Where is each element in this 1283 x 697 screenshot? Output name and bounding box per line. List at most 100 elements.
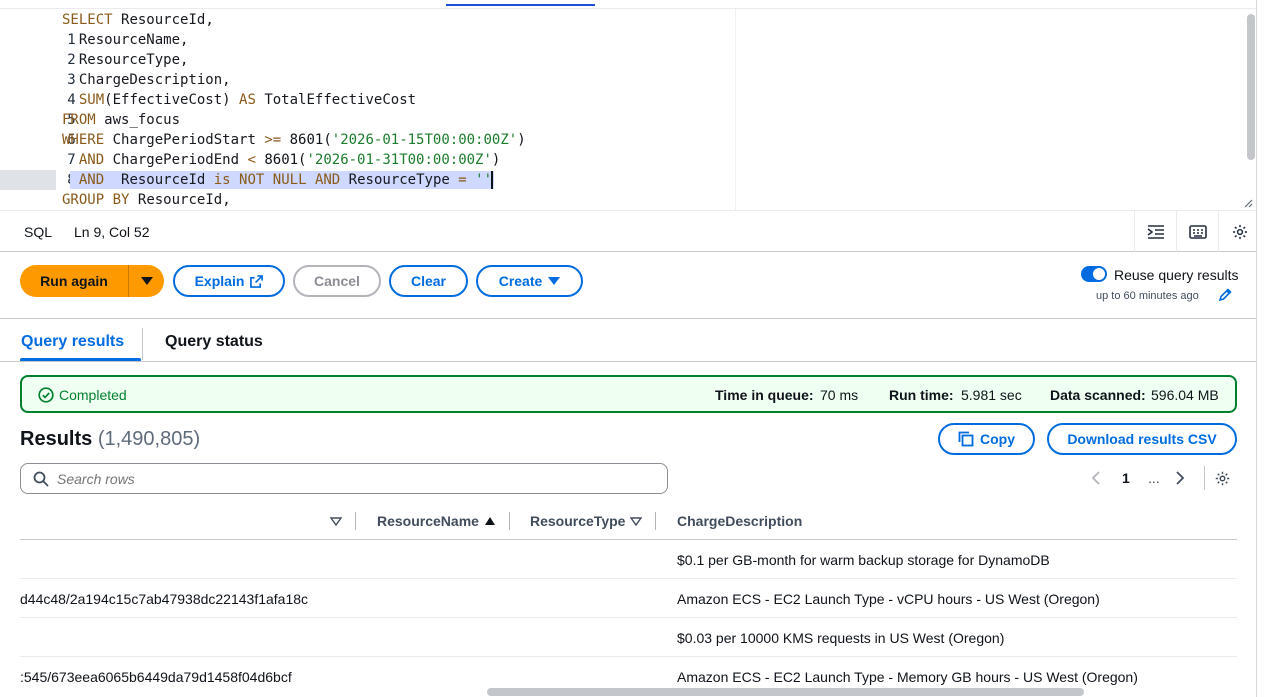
column-header-resourcename[interactable]: ResourceName: [377, 513, 479, 529]
code-line[interactable]: 8 AND ChargePeriodEnd < 8601('2026-01-31…: [0, 150, 1240, 188]
tab-query-status[interactable]: Query status: [165, 333, 263, 351]
editor-top-border: [0, 8, 1256, 9]
tab-query-results[interactable]: Query results: [21, 333, 124, 351]
resize-handle-icon[interactable]: [1241, 196, 1253, 208]
reuse-results-age: up to 60 minutes ago: [1096, 290, 1199, 302]
data-scanned-label: Data scanned:: [1050, 387, 1146, 403]
reuse-results-toggle[interactable]: [1081, 266, 1107, 282]
cell-charge-description: $0.1 per GB-month for warm backup storag…: [677, 552, 1050, 568]
run-again-button[interactable]: Run again: [20, 265, 128, 297]
text-caret: [491, 171, 493, 189]
table-row: d44c48/2a194c15c7ab47938dc22143f1afa18c …: [20, 579, 1237, 618]
column-header-chargedescription[interactable]: ChargeDescription: [677, 513, 802, 529]
keyboard-icon[interactable]: [1176, 211, 1218, 252]
column-separator[interactable]: [355, 512, 356, 530]
code-text: FROM aws_focus: [62, 112, 181, 128]
editor-scroll-thumb[interactable]: [1247, 14, 1255, 160]
language-label: SQL: [24, 224, 53, 240]
reuse-results-label: Reuse query results: [1114, 267, 1239, 283]
page-ellipsis: ...: [1148, 470, 1160, 486]
column-separator[interactable]: [509, 512, 510, 530]
results-heading: Results (1,490,805): [20, 428, 200, 451]
cell-charge-description: Amazon ECS - EC2 Launch Type - Memory GB…: [677, 669, 1138, 685]
completed-status: Completed: [59, 387, 127, 403]
explain-label: Explain: [194, 273, 245, 289]
pagination-separator: [1204, 466, 1205, 490]
create-label: Create: [498, 273, 543, 289]
chevron-right-icon[interactable]: [1175, 470, 1189, 486]
sort-caret-down-icon[interactable]: [330, 515, 342, 527]
code-text: AND ChargePeriodEnd < 8601('2026-01-31T0…: [78, 152, 501, 168]
code-line-active[interactable]: 9 AND ResourceId is NOT NULL AND Resourc…: [0, 170, 1240, 190]
queue-time-label: Time in queue:: [715, 387, 814, 403]
code-line[interactable]: 7 WHERE ChargePeriodStart >= 8601('2026-…: [0, 130, 1240, 168]
cancel-label: Cancel: [314, 273, 360, 289]
chevron-left-icon[interactable]: [1091, 470, 1105, 486]
code-line[interactable]: 3 ResourceType,: [0, 50, 1240, 88]
editor-tab-indicator: [446, 0, 595, 6]
data-scanned-value: 596.04 MB: [1151, 387, 1219, 403]
code-text: SELECT ResourceId,: [62, 12, 214, 28]
query-status-alert: Completed Time in queue: 70 ms Run time:…: [20, 375, 1237, 413]
cell-charge-description: $0.03 per 10000 KMS requests in US West …: [677, 630, 1005, 646]
cell-resource-id: :545/673eea6065b6449da79d1458f04d6bcf: [20, 669, 292, 685]
page-number[interactable]: 1: [1122, 470, 1130, 486]
queue-time-value: 70 ms: [820, 387, 859, 403]
table-row: $0.03 per 10000 KMS requests in US West …: [20, 618, 1237, 657]
results-title: Results: [20, 428, 93, 450]
tab-separator: [142, 328, 143, 360]
copy-button[interactable]: Copy: [938, 423, 1035, 455]
code-text: ChargeDescription,: [78, 72, 231, 88]
column-separator[interactable]: [655, 512, 656, 530]
edit-icon[interactable]: [1218, 288, 1232, 302]
search-icon: [33, 471, 49, 487]
code-line[interactable]: 2 ResourceName,: [0, 30, 1240, 68]
editor-status-bar: SQL Ln 9, Col 52: [0, 210, 1256, 252]
code-line[interactable]: 1 SELECT ResourceId,: [0, 10, 1240, 48]
active-gutter-highlight: [0, 170, 56, 190]
run-time-label: Run time:: [889, 387, 954, 403]
table-horizontal-scrollbar[interactable]: [487, 688, 1084, 696]
download-label: Download results CSV: [1067, 431, 1217, 447]
copy-label: Copy: [980, 431, 1015, 447]
run-again-label: Run again: [40, 273, 108, 289]
table-row: $0.1 per GB-month for warm backup storag…: [20, 540, 1237, 579]
settings-icon[interactable]: [1218, 211, 1260, 252]
download-csv-button[interactable]: Download results CSV: [1047, 423, 1237, 455]
caret-down-icon: [548, 277, 561, 285]
clear-label: Clear: [410, 273, 447, 289]
sql-editor[interactable]: 1 SELECT ResourceId, 2 ResourceName, 3 R…: [0, 0, 1256, 210]
run-time-value: 5.981 sec: [961, 387, 1022, 403]
external-link-icon: [250, 274, 264, 288]
caret-down-icon: [140, 277, 153, 285]
code-text: AND ResourceId is NOT NULL AND ResourceT…: [78, 172, 492, 188]
panel-right-border: [1256, 0, 1257, 697]
cursor-position: Ln 9, Col 52: [74, 224, 150, 240]
tabs-baseline: [0, 361, 1256, 362]
copy-icon: [958, 431, 974, 447]
cell-resource-id: d44c48/2a194c15c7ab47938dc22143f1afa18c: [20, 591, 309, 607]
table-settings-icon[interactable]: [1214, 470, 1231, 487]
explain-button[interactable]: Explain: [173, 265, 285, 297]
code-text: ResourceType,: [78, 52, 189, 68]
sort-caret-down-icon[interactable]: [630, 515, 642, 527]
code-line[interactable]: 10 GROUP BY ResourceId,: [0, 190, 1240, 210]
section-divider: [0, 318, 1256, 319]
results-count: (1,490,805): [97, 428, 201, 450]
column-header-resourcetype[interactable]: ResourceType: [530, 513, 625, 529]
run-options-dropdown[interactable]: [128, 265, 164, 297]
create-button[interactable]: Create: [476, 265, 583, 297]
code-line[interactable]: 4 ChargeDescription,: [0, 70, 1240, 108]
cell-charge-description: Amazon ECS - EC2 Launch Type - vCPU hour…: [677, 591, 1100, 607]
cancel-button[interactable]: Cancel: [293, 265, 381, 297]
code-text: WHERE ChargePeriodStart >= 8601('2026-01…: [62, 132, 526, 148]
code-line[interactable]: 6 FROM aws_focus: [0, 110, 1240, 148]
sort-ascending-icon[interactable]: [484, 515, 496, 527]
clear-button[interactable]: Clear: [389, 265, 468, 297]
search-rows-field[interactable]: [20, 463, 668, 494]
code-text: SUM(EffectiveCost) AS TotalEffectiveCost: [78, 92, 417, 108]
check-circle-icon: [38, 387, 54, 403]
code-line[interactable]: 5 SUM(EffectiveCost) AS TotalEffectiveCo…: [0, 90, 1240, 128]
indent-icon[interactable]: [1134, 211, 1176, 252]
search-input[interactable]: [57, 469, 657, 489]
